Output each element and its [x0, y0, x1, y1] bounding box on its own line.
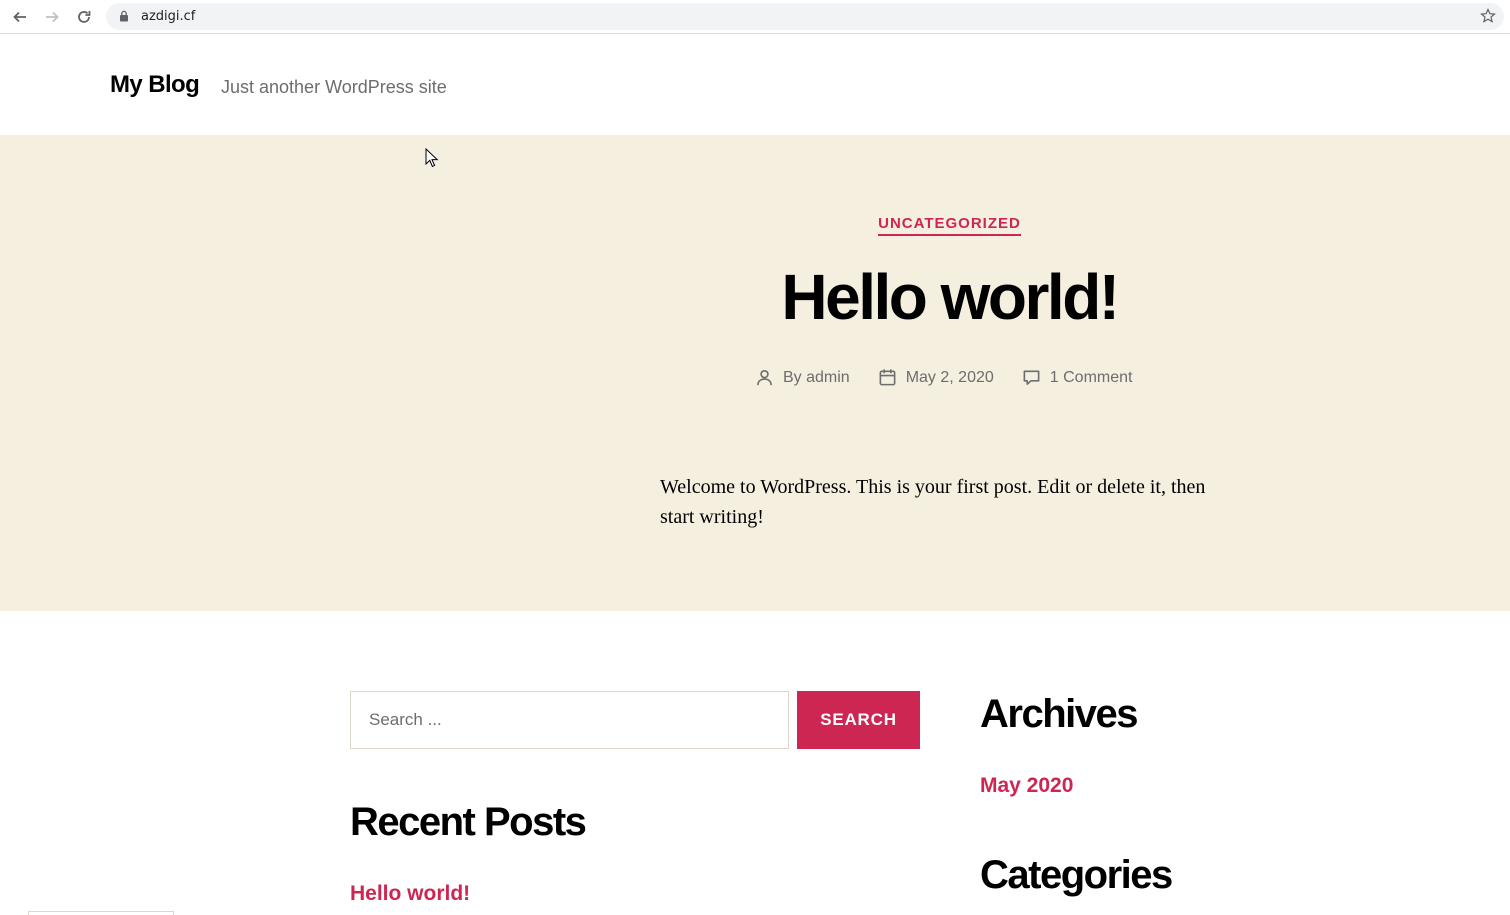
post-title[interactable]: Hello world!: [0, 260, 1510, 334]
archives-heading: Archives: [980, 692, 1138, 736]
archive-link[interactable]: May 2020: [980, 774, 1073, 798]
bookmark-star-icon[interactable]: [1480, 8, 1496, 24]
post-author-text: By admin: [783, 368, 850, 386]
lock-icon: [120, 10, 128, 22]
reload-icon[interactable]: [72, 5, 96, 29]
post-comments-text: 1 Comment: [1049, 368, 1133, 386]
post-author[interactable]: By admin: [755, 368, 850, 387]
person-icon: [757, 369, 772, 386]
post-comments[interactable]: 1 Comment: [1022, 368, 1133, 387]
browser-toolbar: azdigi.cf: [0, 0, 1510, 34]
categories-heading: Categories: [980, 853, 1173, 897]
post-date-text: May 2, 2020: [905, 368, 994, 386]
recent-posts-heading: Recent Posts: [350, 800, 587, 844]
post-meta: By admin May 2, 2020 1 Comment: [755, 368, 1160, 387]
calendar-icon: [879, 369, 896, 386]
search-input[interactable]: [350, 691, 789, 749]
recent-post-link[interactable]: Hello world!: [350, 882, 470, 906]
post-content: Welcome to WordPress. This is your first…: [660, 476, 1206, 528]
comment-icon: [1023, 370, 1040, 385]
mouse-cursor-icon: [425, 148, 439, 168]
url-text: azdigi.cf: [141, 9, 196, 24]
post-category: UNCATEGORIZED: [0, 215, 1510, 236]
address-bar[interactable]: azdigi.cf: [106, 3, 1504, 30]
back-icon[interactable]: [8, 5, 32, 29]
bottom-left-widget-fragment: [28, 911, 174, 915]
search-button[interactable]: SEARCH: [797, 691, 920, 749]
post-date[interactable]: May 2, 2020: [878, 368, 994, 387]
site-header: My Blog Just another WordPress site: [0, 35, 1510, 135]
category-link[interactable]: UNCATEGORIZED: [878, 215, 1021, 236]
forward-icon[interactable]: [40, 5, 64, 29]
post-hero: UNCATEGORIZED Hello world! By admin May …: [0, 135, 1510, 611]
site-description: Just another WordPress site: [221, 77, 447, 97]
site-title-link[interactable]: My Blog: [110, 71, 200, 99]
